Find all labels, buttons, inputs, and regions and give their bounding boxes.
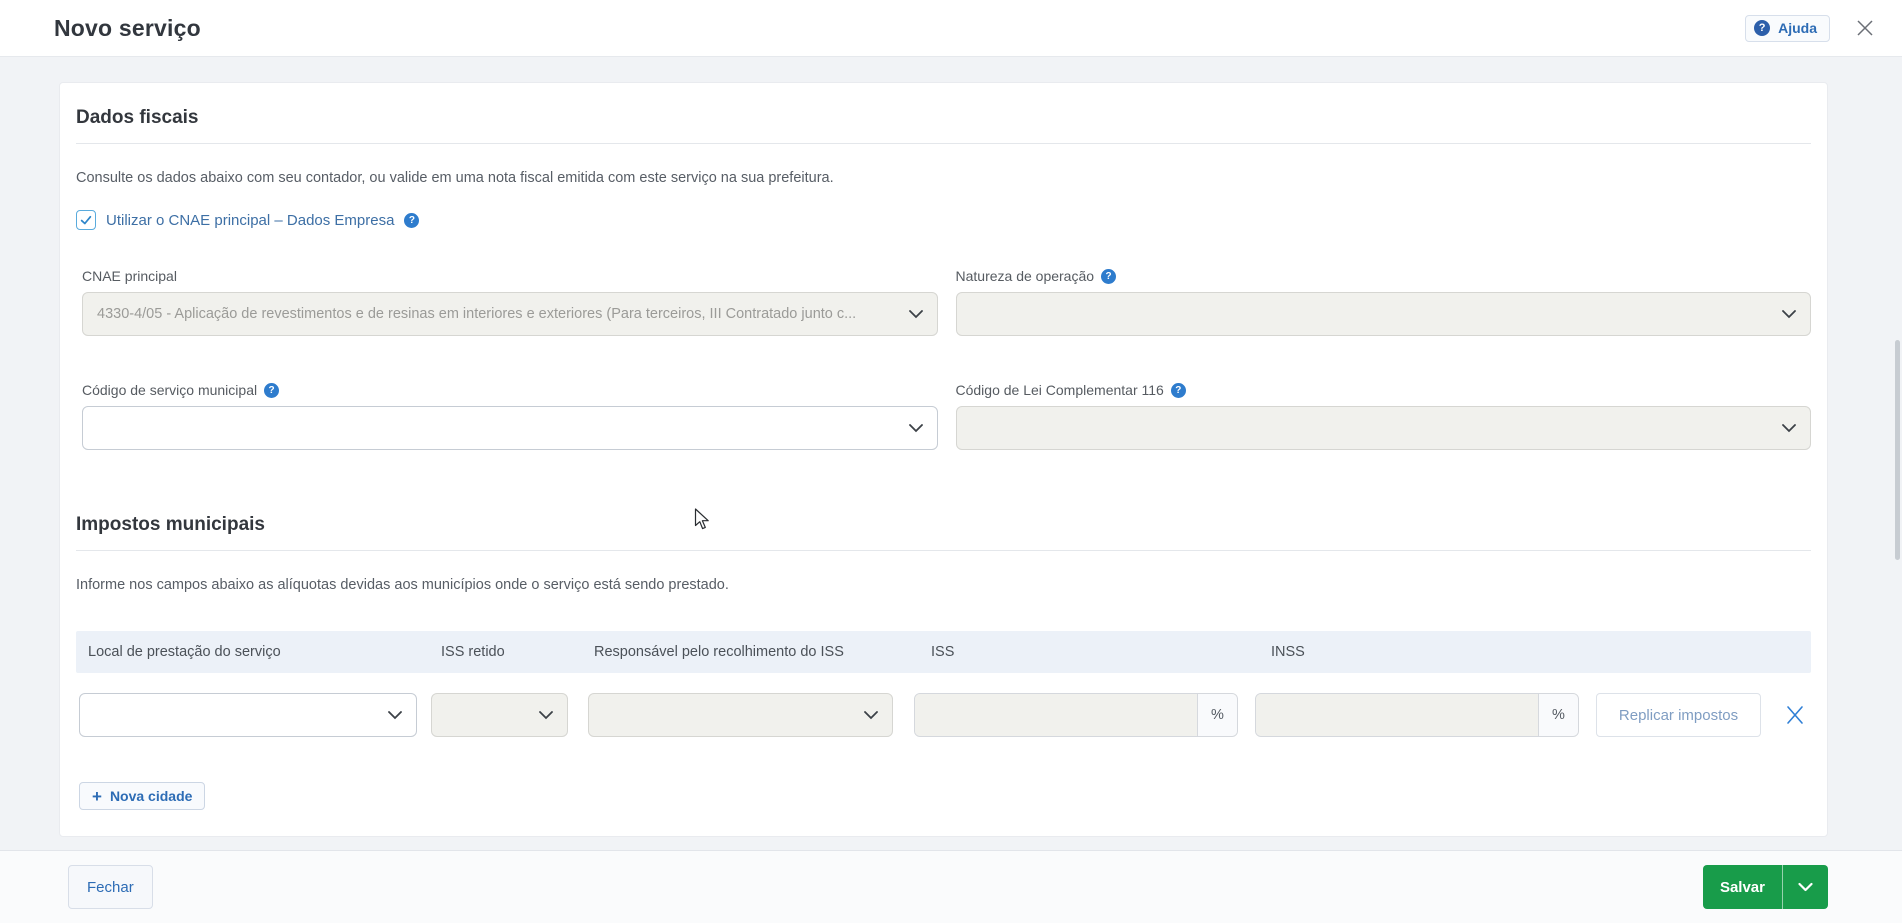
- col-header-inss: INSS: [1271, 644, 1305, 660]
- nova-cidade-label: Nova cidade: [110, 788, 192, 804]
- col-header-responsavel: Responsável pelo recolhimento do ISS: [594, 644, 844, 660]
- natureza-label: Natureza de operação: [956, 268, 1095, 284]
- lc116-select[interactable]: [956, 406, 1812, 450]
- iss-retido-select[interactable]: [431, 693, 568, 737]
- col-header-local: Local de prestação do serviço: [88, 644, 281, 660]
- natureza-select[interactable]: [956, 292, 1812, 336]
- close-icon[interactable]: [1852, 15, 1878, 41]
- nova-cidade-button[interactable]: + Nova cidade: [79, 782, 205, 810]
- question-icon: ?: [1754, 20, 1770, 36]
- codigo-municipal-help-icon[interactable]: ?: [264, 383, 279, 398]
- codigo-municipal-field: Código de serviço municipal ?: [82, 382, 938, 450]
- fiscal-card: Dados fiscais Consulte os dados abaixo c…: [59, 82, 1828, 837]
- impostos-title: Impostos municipais: [76, 514, 1811, 536]
- dados-fiscais-description: Consulte os dados abaixo com seu contado…: [76, 170, 1811, 186]
- col-header-iss: ISS: [931, 644, 954, 660]
- lc116-help-icon[interactable]: ?: [1171, 383, 1186, 398]
- help-button-label: Ajuda: [1778, 20, 1817, 36]
- responsavel-iss-select[interactable]: [588, 693, 893, 737]
- cnae-help-icon[interactable]: ?: [404, 213, 419, 228]
- chevron-down-icon: [539, 711, 553, 720]
- local-prestacao-select[interactable]: [79, 693, 417, 737]
- codigo-municipal-select[interactable]: [82, 406, 938, 450]
- cnae-select[interactable]: 4330-4/05 - Aplicação de revestimentos e…: [82, 292, 938, 336]
- inss-percent-suffix: %: [1538, 694, 1578, 736]
- plus-icon: +: [92, 788, 102, 805]
- replicar-impostos-button[interactable]: Replicar impostos: [1596, 693, 1761, 737]
- help-button[interactable]: ? Ajuda: [1745, 15, 1830, 42]
- chevron-down-icon: [909, 424, 923, 433]
- impostos-table-header: Local de prestação do serviço ISS retido…: [76, 631, 1811, 673]
- salvar-dropdown-button[interactable]: [1782, 865, 1828, 909]
- iss-input-group: %: [914, 693, 1238, 737]
- section-divider: [76, 550, 1811, 551]
- modal-body: Dados fiscais Consulte os dados abaixo c…: [0, 57, 1902, 837]
- salvar-button[interactable]: Salvar: [1703, 865, 1782, 909]
- delete-row-icon[interactable]: [1783, 703, 1807, 727]
- fiscal-fields-row-1: CNAE principal 4330-4/05 - Aplicação de …: [76, 268, 1811, 336]
- natureza-field: Natureza de operação ?: [956, 268, 1812, 336]
- fiscal-fields-row-2: Código de serviço municipal ? Código de …: [76, 382, 1811, 450]
- chevron-down-icon: [1798, 882, 1813, 892]
- chevron-down-icon: [1782, 310, 1796, 319]
- col-header-iss-retido: ISS retido: [441, 644, 505, 660]
- section-divider: [76, 143, 1811, 144]
- modal-footer: Fechar Salvar: [0, 850, 1902, 923]
- lc116-field: Código de Lei Complementar 116 ?: [956, 382, 1812, 450]
- cnae-select-value: 4330-4/05 - Aplicação de revestimentos e…: [97, 306, 895, 322]
- table-row: % % Replicar impostos: [76, 693, 1811, 737]
- cnae-field: CNAE principal 4330-4/05 - Aplicação de …: [82, 268, 938, 336]
- cnae-label: CNAE principal: [82, 268, 177, 284]
- iss-input[interactable]: [915, 694, 1197, 736]
- chevron-down-icon: [864, 711, 878, 720]
- cnae-checkbox-row[interactable]: Utilizar o CNAE principal – Dados Empres…: [76, 210, 419, 230]
- impostos-description: Informe nos campos abaixo as alíquotas d…: [76, 577, 1811, 593]
- fechar-button[interactable]: Fechar: [68, 865, 153, 909]
- scrollbar-thumb[interactable]: [1895, 340, 1900, 560]
- modal-header: Novo serviço ? Ajuda: [0, 0, 1902, 57]
- lc116-label: Código de Lei Complementar 116: [956, 382, 1164, 398]
- save-split-button: Salvar: [1703, 865, 1828, 909]
- codigo-municipal-label: Código de serviço municipal: [82, 382, 257, 398]
- chevron-down-icon: [1782, 424, 1796, 433]
- cnae-checkbox-label: Utilizar o CNAE principal – Dados Empres…: [106, 212, 394, 229]
- iss-percent-suffix: %: [1197, 694, 1237, 736]
- inss-input[interactable]: [1256, 694, 1538, 736]
- dados-fiscais-title: Dados fiscais: [76, 107, 1811, 129]
- page-title: Novo serviço: [54, 15, 201, 42]
- chevron-down-icon: [388, 711, 402, 720]
- natureza-help-icon[interactable]: ?: [1101, 269, 1116, 284]
- chevron-down-icon: [909, 310, 923, 319]
- cnae-checkbox[interactable]: [76, 210, 96, 230]
- impostos-table: Local de prestação do serviço ISS retido…: [76, 631, 1811, 737]
- inss-input-group: %: [1255, 693, 1579, 737]
